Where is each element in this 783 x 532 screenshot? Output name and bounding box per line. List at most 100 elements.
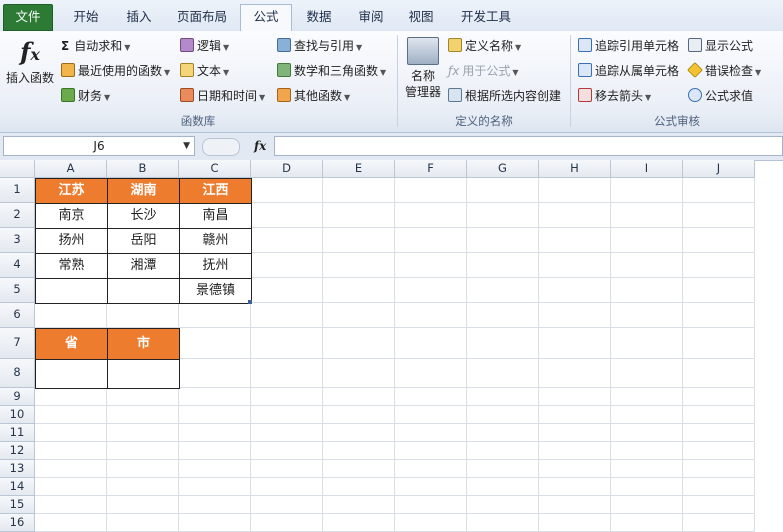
cell-g2[interactable] — [467, 203, 539, 228]
column-header-e[interactable]: E — [323, 160, 395, 178]
cell-i15[interactable] — [611, 496, 683, 514]
cell-i1[interactable] — [611, 178, 683, 203]
cell-b11[interactable] — [107, 424, 179, 442]
cell-g4[interactable] — [467, 253, 539, 278]
cell-b10[interactable] — [107, 406, 179, 424]
cell-e14[interactable] — [323, 478, 395, 496]
cell-a14[interactable] — [35, 478, 107, 496]
cell-h4[interactable] — [539, 253, 611, 278]
column-header-c[interactable]: C — [179, 160, 251, 178]
cell-f12[interactable] — [395, 442, 467, 460]
cell-f16[interactable] — [395, 514, 467, 532]
table-cell[interactable]: 岳阳 — [107, 228, 180, 254]
column-header-d[interactable]: D — [251, 160, 323, 178]
cell-b13[interactable] — [107, 460, 179, 478]
cell-c16[interactable] — [179, 514, 251, 532]
cell-d16[interactable] — [251, 514, 323, 532]
cell-i13[interactable] — [611, 460, 683, 478]
cell-b6[interactable] — [107, 303, 179, 328]
trace-precedents-button[interactable]: 追踪引用单元格 — [578, 36, 679, 56]
cell-d6[interactable] — [251, 303, 323, 328]
cell-f14[interactable] — [395, 478, 467, 496]
cell-i9[interactable] — [611, 388, 683, 406]
cell-h6[interactable] — [539, 303, 611, 328]
tab-view[interactable]: 视图 — [398, 5, 444, 31]
cell-j12[interactable] — [683, 442, 755, 460]
cell-j14[interactable] — [683, 478, 755, 496]
cell-i6[interactable] — [611, 303, 683, 328]
cell-e4[interactable] — [323, 253, 395, 278]
cell-j8[interactable] — [683, 359, 755, 388]
chevron-down-icon[interactable]: ▼ — [183, 137, 190, 155]
row-header-13[interactable]: 13 — [0, 460, 35, 478]
cell-f7[interactable] — [395, 328, 467, 359]
cell-d2[interactable] — [251, 203, 323, 228]
recent-functions-button[interactable]: 最近使用的函数 ▼ — [61, 61, 170, 81]
row-header-7[interactable]: 7 — [0, 328, 35, 359]
cell-c11[interactable] — [179, 424, 251, 442]
cell-f10[interactable] — [395, 406, 467, 424]
cell-f11[interactable] — [395, 424, 467, 442]
table-header-cell[interactable]: 湖南 — [107, 178, 180, 204]
cell-b15[interactable] — [107, 496, 179, 514]
cell-d4[interactable] — [251, 253, 323, 278]
cell-j1[interactable] — [683, 178, 755, 203]
cell-i8[interactable] — [611, 359, 683, 388]
cell-d10[interactable] — [251, 406, 323, 424]
cell-a13[interactable] — [35, 460, 107, 478]
cell-h10[interactable] — [539, 406, 611, 424]
insert-function-fx-button[interactable]: fx — [254, 136, 266, 156]
cell-g16[interactable] — [467, 514, 539, 532]
show-formulas-button[interactable]: 显示公式 — [688, 36, 753, 56]
table-cell[interactable] — [107, 278, 180, 304]
cell-d1[interactable] — [251, 178, 323, 203]
row-header-3[interactable]: 3 — [0, 228, 35, 253]
cell-h5[interactable] — [539, 278, 611, 303]
define-name-button[interactable]: 定义名称 ▼ — [448, 36, 521, 56]
cell-j3[interactable] — [683, 228, 755, 253]
table-header-cell[interactable]: 江苏 — [35, 178, 108, 204]
cell-e3[interactable] — [323, 228, 395, 253]
cell-e8[interactable] — [323, 359, 395, 388]
cell-a9[interactable] — [35, 388, 107, 406]
column-header-f[interactable]: F — [395, 160, 467, 178]
more-functions-button[interactable]: 其他函数 ▼ — [277, 86, 350, 106]
cell-g5[interactable] — [467, 278, 539, 303]
row-header-9[interactable]: 9 — [0, 388, 35, 406]
cell-g10[interactable] — [467, 406, 539, 424]
cell-b14[interactable] — [107, 478, 179, 496]
cell-e11[interactable] — [323, 424, 395, 442]
cell-h7[interactable] — [539, 328, 611, 359]
cell-e5[interactable] — [323, 278, 395, 303]
cell-i3[interactable] — [611, 228, 683, 253]
cell-f3[interactable] — [395, 228, 467, 253]
row-header-5[interactable]: 5 — [0, 278, 35, 303]
name-box[interactable]: J6 ▼ — [3, 136, 195, 156]
cell-g11[interactable] — [467, 424, 539, 442]
cell-h8[interactable] — [539, 359, 611, 388]
cell-b16[interactable] — [107, 514, 179, 532]
cell-f5[interactable] — [395, 278, 467, 303]
cell-j2[interactable] — [683, 203, 755, 228]
cell-e9[interactable] — [323, 388, 395, 406]
table-cell[interactable]: 赣州 — [179, 228, 252, 254]
cell-g3[interactable] — [467, 228, 539, 253]
cell-d14[interactable] — [251, 478, 323, 496]
cell-h12[interactable] — [539, 442, 611, 460]
autosum-button[interactable]: Σ 自动求和 ▼ — [61, 36, 130, 56]
cell-f8[interactable] — [395, 359, 467, 388]
row-header-11[interactable]: 11 — [0, 424, 35, 442]
select-all-corner[interactable] — [0, 160, 35, 178]
column-header-h[interactable]: H — [539, 160, 611, 178]
cell-i5[interactable] — [611, 278, 683, 303]
cell-b12[interactable] — [107, 442, 179, 460]
cell-f13[interactable] — [395, 460, 467, 478]
cell-g13[interactable] — [467, 460, 539, 478]
cell-j5[interactable] — [683, 278, 755, 303]
cell-j11[interactable] — [683, 424, 755, 442]
row-header-15[interactable]: 15 — [0, 496, 35, 514]
cell-c10[interactable] — [179, 406, 251, 424]
cell-e15[interactable] — [323, 496, 395, 514]
cell-g8[interactable] — [467, 359, 539, 388]
financial-button[interactable]: 财务 ▼ — [61, 86, 110, 106]
